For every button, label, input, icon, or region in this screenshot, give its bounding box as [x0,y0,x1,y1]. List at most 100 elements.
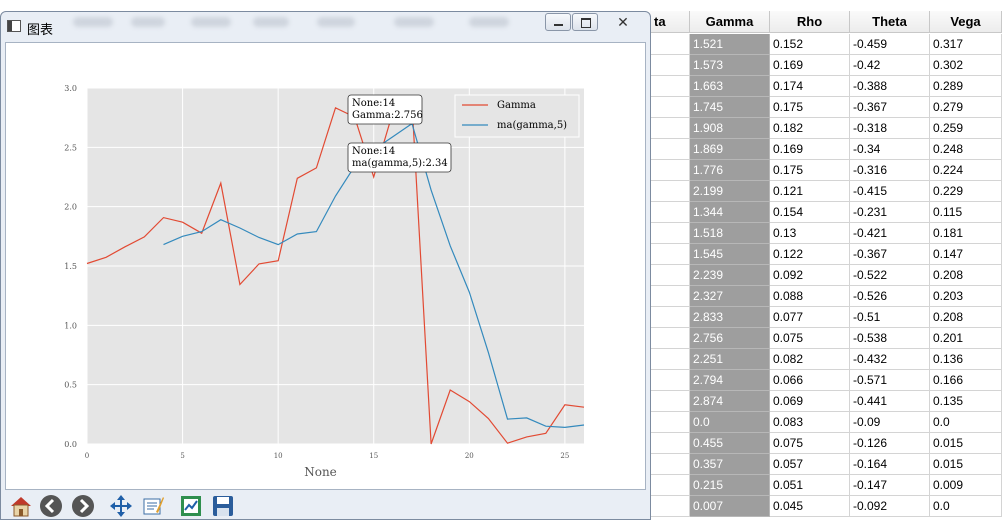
table-cell-delta[interactable] [650,454,690,475]
table-cell-gamma[interactable]: 1.344 [690,202,770,223]
table-cell-vega[interactable]: 0.147 [930,244,1002,265]
table-cell-vega[interactable]: 0.115 [930,202,1002,223]
table-cell-theta[interactable]: -0.34 [850,139,930,160]
table-cell-vega[interactable]: 0.009 [930,475,1002,496]
table-cell-theta[interactable]: -0.526 [850,286,930,307]
table-cell-delta[interactable] [650,475,690,496]
table-cell-gamma[interactable]: 1.518 [690,223,770,244]
table-cell-vega[interactable]: 0.208 [930,265,1002,286]
table-cell-rho[interactable]: 0.154 [770,202,850,223]
table-cell-vega[interactable]: 0.135 [930,391,1002,412]
table-cell-vega[interactable]: 0.0 [930,412,1002,433]
pan-button[interactable] [109,494,133,518]
table-cell-gamma[interactable]: 2.833 [690,307,770,328]
table-cell-theta[interactable]: -0.459 [850,34,930,55]
table-cell-delta[interactable] [650,97,690,118]
table-cell-rho[interactable]: 0.169 [770,139,850,160]
table-cell-gamma[interactable]: 2.327 [690,286,770,307]
table-cell-vega[interactable]: 0.015 [930,433,1002,454]
table-cell-vega[interactable]: 0.208 [930,307,1002,328]
table-cell-rho[interactable]: 0.175 [770,160,850,181]
maximize-button[interactable] [572,13,598,31]
table-cell-rho[interactable]: 0.075 [770,328,850,349]
table-cell-gamma[interactable]: 2.251 [690,349,770,370]
table-cell-delta[interactable] [650,391,690,412]
figure-canvas[interactable]: 0 5 10 15 20 25 0.0 0.5 1.0 1.5 2.0 2.5 3.0 None Gamma… [5,42,646,490]
table-cell-delta[interactable] [650,223,690,244]
table-cell-theta[interactable]: -0.571 [850,370,930,391]
minimize-button[interactable] [545,13,571,31]
table-cell-rho[interactable]: 0.169 [770,55,850,76]
table-cell-rho[interactable]: 0.122 [770,244,850,265]
table-cell-delta[interactable] [650,34,690,55]
table-cell-gamma[interactable]: 1.545 [690,244,770,265]
table-cell-theta[interactable]: -0.367 [850,244,930,265]
save-figure-button[interactable] [211,494,235,518]
table-cell-vega[interactable]: 0.203 [930,286,1002,307]
table-cell-theta[interactable]: -0.432 [850,349,930,370]
table-cell-delta[interactable] [650,328,690,349]
forward-button[interactable] [71,494,95,518]
table-cell-theta[interactable]: -0.441 [850,391,930,412]
table-cell-gamma[interactable]: 0.007 [690,496,770,517]
table-cell-delta[interactable] [650,76,690,97]
table-cell-rho[interactable]: 0.075 [770,433,850,454]
table-cell-delta[interactable] [650,55,690,76]
table-cell-delta[interactable] [650,181,690,202]
table-cell-vega[interactable]: 0.302 [930,55,1002,76]
table-cell-gamma[interactable]: 1.521 [690,34,770,55]
table-cell-delta[interactable] [650,307,690,328]
table-cell-theta[interactable]: -0.092 [850,496,930,517]
table-cell-rho[interactable]: 0.088 [770,286,850,307]
table-cell-gamma[interactable]: 0.455 [690,433,770,454]
table-cell-gamma[interactable]: 1.573 [690,55,770,76]
table-cell-vega[interactable]: 0.0 [930,496,1002,517]
table-cell-rho[interactable]: 0.092 [770,265,850,286]
table-cell-theta[interactable]: -0.388 [850,76,930,97]
close-button[interactable]: ✕ [601,13,645,31]
table-cell-gamma[interactable]: 2.794 [690,370,770,391]
table-cell-vega[interactable]: 0.289 [930,76,1002,97]
window-titlebar[interactable]: 图表 ✕ [1,12,650,42]
table-cell-theta[interactable]: -0.421 [850,223,930,244]
table-cell-theta[interactable]: -0.126 [850,433,930,454]
table-cell-theta[interactable]: -0.522 [850,265,930,286]
table-cell-vega[interactable]: 0.229 [930,181,1002,202]
table-cell-rho[interactable]: 0.174 [770,76,850,97]
table-cell-gamma[interactable]: 2.199 [690,181,770,202]
zoom-rect-button[interactable] [179,494,203,518]
table-cell-gamma[interactable]: 0.0 [690,412,770,433]
table-cell-gamma[interactable]: 2.756 [690,328,770,349]
table-cell-delta[interactable] [650,265,690,286]
table-cell-rho[interactable]: 0.069 [770,391,850,412]
table-cell-gamma[interactable]: 0.357 [690,454,770,475]
table-cell-delta[interactable] [650,286,690,307]
table-cell-vega[interactable]: 0.015 [930,454,1002,475]
table-cell-rho[interactable]: 0.121 [770,181,850,202]
table-cell-delta[interactable] [650,496,690,517]
table-cell-vega[interactable]: 0.181 [930,223,1002,244]
table-cell-vega[interactable]: 0.136 [930,349,1002,370]
table-cell-vega[interactable]: 0.224 [930,160,1002,181]
table-cell-theta[interactable]: -0.316 [850,160,930,181]
table-cell-vega[interactable]: 0.279 [930,97,1002,118]
table-cell-delta[interactable] [650,412,690,433]
table-cell-delta[interactable] [650,202,690,223]
table-cell-gamma[interactable]: 0.215 [690,475,770,496]
table-cell-rho[interactable]: 0.083 [770,412,850,433]
table-cell-delta[interactable] [650,349,690,370]
column-header-theta[interactable]: Theta [850,11,930,33]
table-cell-delta[interactable] [650,118,690,139]
table-cell-delta[interactable] [650,139,690,160]
table-cell-delta[interactable] [650,160,690,181]
table-cell-rho[interactable]: 0.045 [770,496,850,517]
table-cell-vega[interactable]: 0.317 [930,34,1002,55]
table-cell-theta[interactable]: -0.164 [850,454,930,475]
table-cell-theta[interactable]: -0.147 [850,475,930,496]
back-button[interactable] [39,494,63,518]
table-cell-gamma[interactable]: 1.869 [690,139,770,160]
table-cell-gamma[interactable]: 2.874 [690,391,770,412]
table-cell-theta[interactable]: -0.415 [850,181,930,202]
table-cell-vega[interactable]: 0.259 [930,118,1002,139]
table-cell-gamma[interactable]: 1.663 [690,76,770,97]
